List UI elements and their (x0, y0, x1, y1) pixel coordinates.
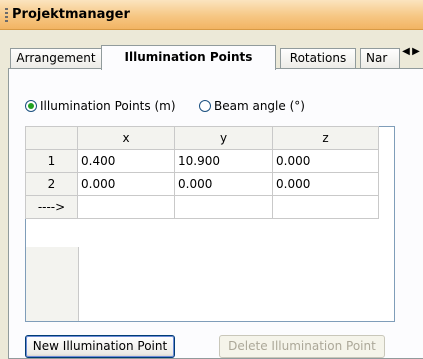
grid-header-row: x y z (25, 126, 379, 150)
tab-page-illumination-points: Illumination Points (m) Beam angle (°) x… (8, 68, 423, 359)
radio-beam-angle[interactable]: Beam angle (°) (199, 98, 305, 114)
tab-illumination-points[interactable]: Illumination Points (101, 45, 276, 70)
tab-nar[interactable]: Nar (360, 48, 400, 69)
panel-title: Projektmanager (12, 7, 130, 22)
cell-y[interactable] (174, 195, 273, 219)
scroll-left-icon[interactable]: ◀ (401, 45, 411, 59)
table-row-new: ----> (25, 195, 379, 219)
tab-strip: Arrangement Illumination Points Rotation… (8, 45, 423, 70)
table-row: 2 0.000 0.000 0.000 (25, 172, 379, 196)
radio-illumination-points[interactable]: Illumination Points (m) (25, 98, 176, 114)
table-row: 1 0.400 10.900 0.000 (25, 149, 379, 173)
tab-arrangement[interactable]: Arrangement (10, 48, 102, 69)
cell-z[interactable]: 0.000 (272, 149, 379, 173)
radio-label-illumination-points[interactable]: Illumination Points (m) (40, 99, 176, 113)
radio-label-beam-angle[interactable]: Beam angle (°) (214, 99, 305, 113)
panel-header: Projektmanager (0, 0, 423, 30)
points-table: x y z 1 0.400 10.900 0.000 2 0.000 0.000… (25, 126, 379, 219)
new-illumination-point-button[interactable]: New Illumination Point (25, 335, 175, 358)
cell-y[interactable]: 0.000 (174, 172, 273, 196)
drag-grip-icon[interactable] (5, 8, 8, 22)
cell-x[interactable] (77, 195, 175, 219)
radio-unchecked-icon[interactable] (199, 100, 211, 112)
panel-content: Arrangement Illumination Points Rotation… (8, 35, 423, 359)
cell-x[interactable]: 0.000 (77, 172, 175, 196)
column-header-y[interactable]: y (174, 126, 273, 150)
grid-corner[interactable] (25, 126, 78, 150)
new-row-indicator[interactable]: ----> (25, 195, 78, 219)
tab-rotations[interactable]: Rotations (280, 48, 356, 69)
row-header[interactable]: 1 (25, 149, 78, 173)
radio-checked-icon[interactable] (25, 100, 37, 112)
column-header-z[interactable]: z (272, 126, 379, 150)
points-grid[interactable]: x y z 1 0.400 10.900 0.000 2 0.000 0.000… (25, 126, 395, 322)
cell-x[interactable]: 0.400 (77, 149, 175, 173)
delete-illumination-point-button[interactable]: Delete Illumination Point (219, 335, 385, 358)
row-header[interactable]: 2 (25, 172, 78, 196)
scroll-right-icon[interactable]: ▶ (411, 45, 421, 59)
column-header-x[interactable]: x (77, 126, 175, 150)
cell-z[interactable]: 0.000 (272, 172, 379, 196)
cell-y[interactable]: 10.900 (174, 149, 273, 173)
cell-z[interactable] (272, 195, 379, 219)
row-header-fill (26, 247, 79, 321)
